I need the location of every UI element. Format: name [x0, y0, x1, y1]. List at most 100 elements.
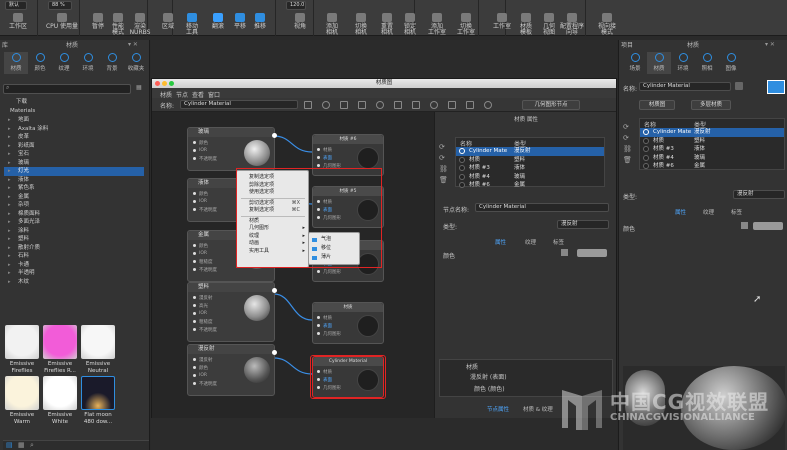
swatch-thumbnail[interactable] — [5, 376, 39, 410]
project-tab-scene[interactable]: 场景 — [623, 52, 647, 74]
project-tab-image[interactable]: 图像 — [719, 52, 743, 74]
material-node-port[interactable]: 材质 — [317, 147, 332, 153]
toolbar-button-1[interactable]: 工作区 — [6, 13, 30, 35]
node-port[interactable]: 颜色 — [193, 243, 208, 249]
material-list-row[interactable]: 材质 塑料 — [456, 156, 604, 165]
expand-arrow-icon[interactable]: ▸ — [8, 210, 11, 219]
category-tab-environment[interactable]: 环境 — [76, 52, 100, 74]
graph-home-icon[interactable] — [322, 101, 330, 109]
tree-item[interactable]: 散射介质 — [4, 244, 144, 253]
material-list-row[interactable]: Cylinder Mate 漫反射 — [640, 128, 784, 137]
subtab-textures[interactable]: 纹理 — [525, 238, 536, 246]
color-picker-icon[interactable] — [561, 249, 568, 256]
node-port[interactable]: 不透明度 — [193, 156, 217, 162]
tree-item[interactable]: 紫色系 — [4, 184, 144, 193]
expand-arrow-icon[interactable]: ▸ — [8, 142, 11, 151]
material-name-field[interactable]: Cylinder Material — [180, 100, 298, 109]
tree-item[interactable]: 多面光泽 — [4, 218, 144, 227]
multilayer-button[interactable]: 多层材质 — [691, 100, 731, 110]
tree-item[interactable]: 宝石 — [4, 150, 144, 159]
node-port[interactable]: IOR — [193, 373, 207, 378]
toolbar-button-4[interactable]: 性能 模式 — [106, 13, 130, 36]
type-select[interactable]: 漫反射 — [557, 220, 609, 229]
shader-node-1[interactable]: 玻璃 颜色 IOR 不透明度 — [187, 127, 277, 171]
library-search-input[interactable]: ⌕ — [3, 84, 131, 94]
tree-item[interactable]: 彩纸面 — [4, 142, 144, 151]
node-output-port[interactable] — [272, 288, 277, 293]
tree-item[interactable]: 木纹 — [4, 278, 144, 287]
expand-arrow-icon[interactable]: ▸ — [8, 227, 11, 236]
tree-item[interactable]: 玻璃 — [4, 159, 144, 168]
tree-download[interactable]: 下载 — [4, 98, 144, 107]
tree-materials[interactable]: Materials — [4, 107, 144, 116]
material-node-4[interactable]: 材质 材质 表面 几何图形 — [312, 302, 384, 344]
toolbar-button-15[interactable]: 锁定 相机 — [398, 13, 422, 36]
subtab-properties[interactable]: 属性 — [495, 238, 506, 246]
toolbar-button-11[interactable]: 视角 — [288, 13, 312, 35]
material-list-row[interactable]: 材质 #6 金属 — [640, 162, 784, 171]
toolbar-button-19[interactable]: 材质 模板 — [514, 13, 538, 36]
expand-arrow-icon[interactable]: ▸ — [8, 261, 11, 270]
project-tab-material[interactable]: 材质 — [647, 52, 671, 74]
tree-item[interactable]: Axalta 涂料 — [4, 125, 144, 134]
node-output-port[interactable] — [272, 350, 277, 355]
tree-item[interactable]: 地面 — [4, 116, 144, 125]
swatch-thumbnail[interactable] — [43, 325, 77, 359]
tree-diffuse[interactable]: 漫反射 (表面) — [470, 372, 507, 381]
tree-item[interactable]: 皮革 — [4, 133, 144, 142]
toolbar-button-17[interactable]: 切换 工作室 — [454, 13, 478, 36]
right-color-swatch[interactable] — [753, 222, 783, 230]
material-node-port[interactable]: 表面 — [317, 323, 332, 329]
material-list-row[interactable]: Cylinder Mate 漫反射 — [456, 147, 604, 156]
node-name-field[interactable]: Cylinder Material — [475, 203, 609, 212]
graph-grid-icon[interactable] — [448, 101, 456, 109]
node-port[interactable]: 漫反射 — [193, 295, 213, 301]
search-small-icon[interactable]: ⌕ — [30, 441, 34, 450]
shader-node-4[interactable]: 塑料 漫反射 高光 IOR 粗糙度 不透明度 — [187, 282, 277, 342]
tree-material[interactable]: 材质 — [466, 362, 478, 371]
tree-item[interactable]: 金属 — [4, 193, 144, 202]
node-port[interactable]: 不透明度 — [193, 327, 217, 333]
swatch-thumbnail[interactable] — [81, 376, 115, 410]
tree-item[interactable]: 杂项 — [4, 201, 144, 210]
expand-arrow-icon[interactable]: ▸ — [8, 252, 11, 261]
attr-side-icons[interactable]: ⟳ ⟳ ⛓ 🗑 — [439, 142, 448, 186]
material-list-row[interactable]: 材质 塑料 — [640, 137, 784, 146]
swatch-thumbnail[interactable] — [43, 376, 77, 410]
project-tab[interactable]: 项目 — [621, 40, 633, 49]
material-list-row[interactable]: 材质 #6 金属 — [456, 181, 604, 190]
toolbar-button-13[interactable]: 切换 相机 — [349, 13, 373, 36]
graph-clear-icon[interactable] — [484, 101, 492, 109]
material-list-row[interactable]: 材质 #3 液体 — [640, 145, 784, 154]
category-tab-color[interactable]: 颜色 — [28, 52, 52, 74]
expand-arrow-icon[interactable]: ▸ — [8, 125, 11, 134]
material-preview-thumb[interactable] — [767, 80, 785, 94]
expand-arrow-icon[interactable]: ▸ — [8, 218, 11, 227]
node-port[interactable]: 高光 — [193, 303, 208, 309]
grid-small-icon[interactable]: ▦ — [18, 441, 25, 449]
material-list-row[interactable]: 材质 #4 玻璃 — [456, 173, 604, 182]
expand-arrow-icon[interactable]: ▸ — [8, 278, 11, 287]
swatch-thumbnail[interactable] — [81, 325, 115, 359]
panel-close-icon[interactable]: ▾ ✕ — [765, 41, 775, 48]
material-node-port[interactable]: 几何图形 — [317, 269, 341, 275]
panel-menu-icon[interactable]: ▾ ✕ — [128, 41, 138, 48]
category-tab-material[interactable]: 材质 — [4, 52, 28, 74]
close-window-icon[interactable] — [155, 81, 160, 86]
project-material-tab[interactable]: 材质 — [687, 40, 699, 49]
node-port[interactable]: IOR — [193, 199, 207, 204]
expand-arrow-icon[interactable]: ▸ — [8, 176, 11, 185]
expand-arrow-icon[interactable]: ▸ — [8, 159, 11, 168]
preset-select[interactable]: 默认 — [5, 1, 27, 10]
zoom-field[interactable]: 88 % — [48, 1, 72, 10]
expand-arrow-icon[interactable]: ▸ — [8, 201, 11, 210]
material-list-row[interactable]: 材质 #3 液体 — [456, 164, 604, 173]
graph-zoom-out-icon[interactable] — [376, 101, 384, 109]
toolbar-button-2[interactable]: CPU 使用量 — [44, 13, 80, 35]
swatch-thumbnail[interactable] — [5, 325, 39, 359]
expand-arrow-icon[interactable]: ▸ — [8, 167, 11, 176]
category-tab-texture[interactable]: 纹理 — [52, 52, 76, 74]
category-tab-backplate[interactable]: 背景 — [100, 52, 124, 74]
right-type-select[interactable]: 漫反射 — [733, 190, 785, 199]
tree-item[interactable]: 液体 — [4, 176, 144, 185]
